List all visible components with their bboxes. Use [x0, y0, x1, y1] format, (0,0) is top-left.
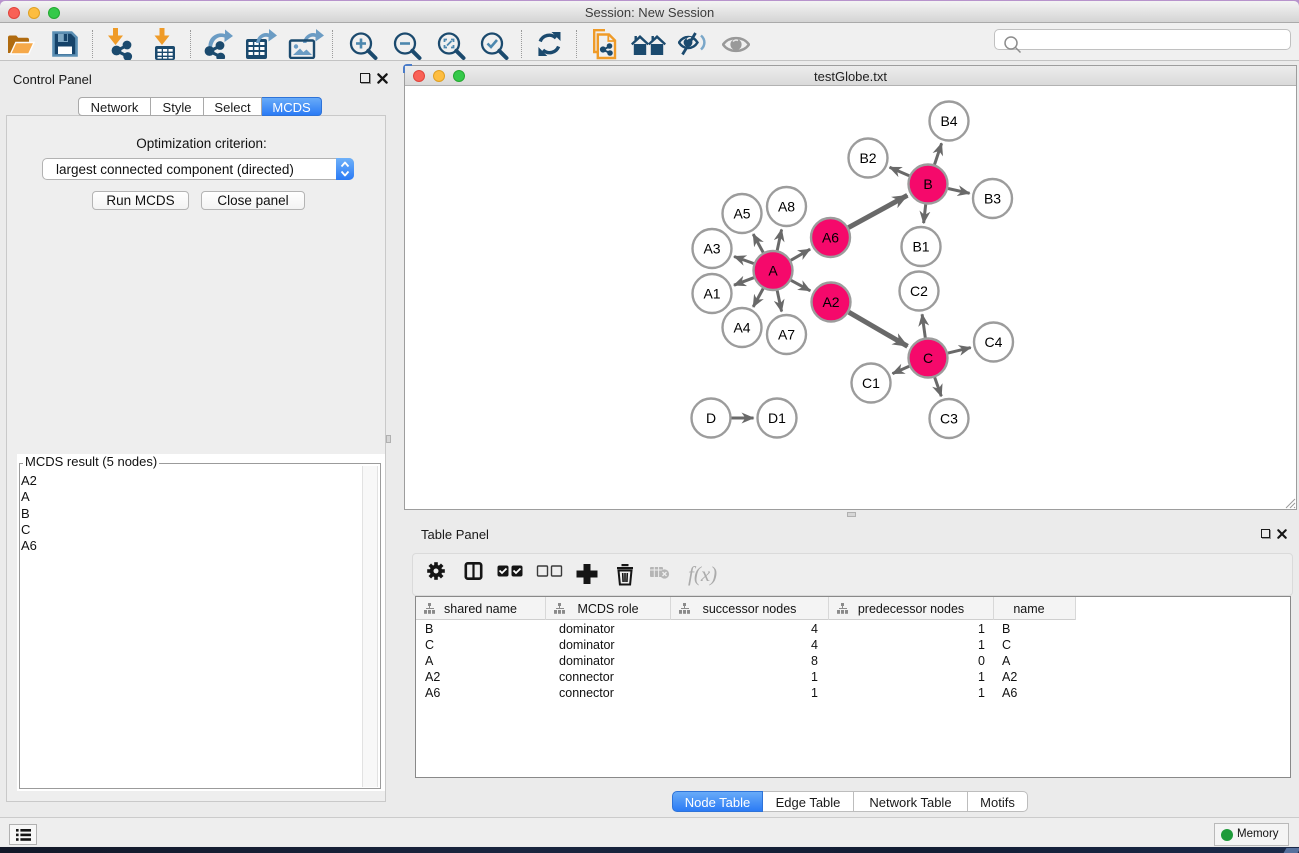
svg-text:C1: C1	[862, 375, 880, 391]
svg-text:B: B	[923, 176, 932, 192]
svg-text:A3: A3	[703, 241, 720, 257]
svg-text:A7: A7	[778, 327, 795, 343]
svg-text:B3: B3	[984, 191, 1001, 207]
svg-text:B4: B4	[940, 113, 957, 129]
svg-text:A4: A4	[733, 320, 750, 336]
svg-text:C: C	[923, 350, 933, 366]
svg-text:C4: C4	[985, 334, 1003, 350]
svg-text:A: A	[768, 263, 778, 279]
svg-text:A8: A8	[778, 199, 795, 215]
svg-text:B1: B1	[912, 239, 929, 255]
svg-text:A6: A6	[822, 230, 839, 246]
svg-text:f(x): f(x)	[688, 562, 717, 586]
svg-text:A2: A2	[822, 294, 839, 310]
svg-text:C3: C3	[940, 411, 958, 427]
svg-text:A5: A5	[733, 206, 750, 222]
svg-text:B2: B2	[859, 150, 876, 166]
svg-text:D1: D1	[768, 410, 786, 426]
svg-text:D: D	[706, 410, 716, 426]
svg-text:A1: A1	[703, 286, 720, 302]
svg-text:C2: C2	[910, 283, 928, 299]
